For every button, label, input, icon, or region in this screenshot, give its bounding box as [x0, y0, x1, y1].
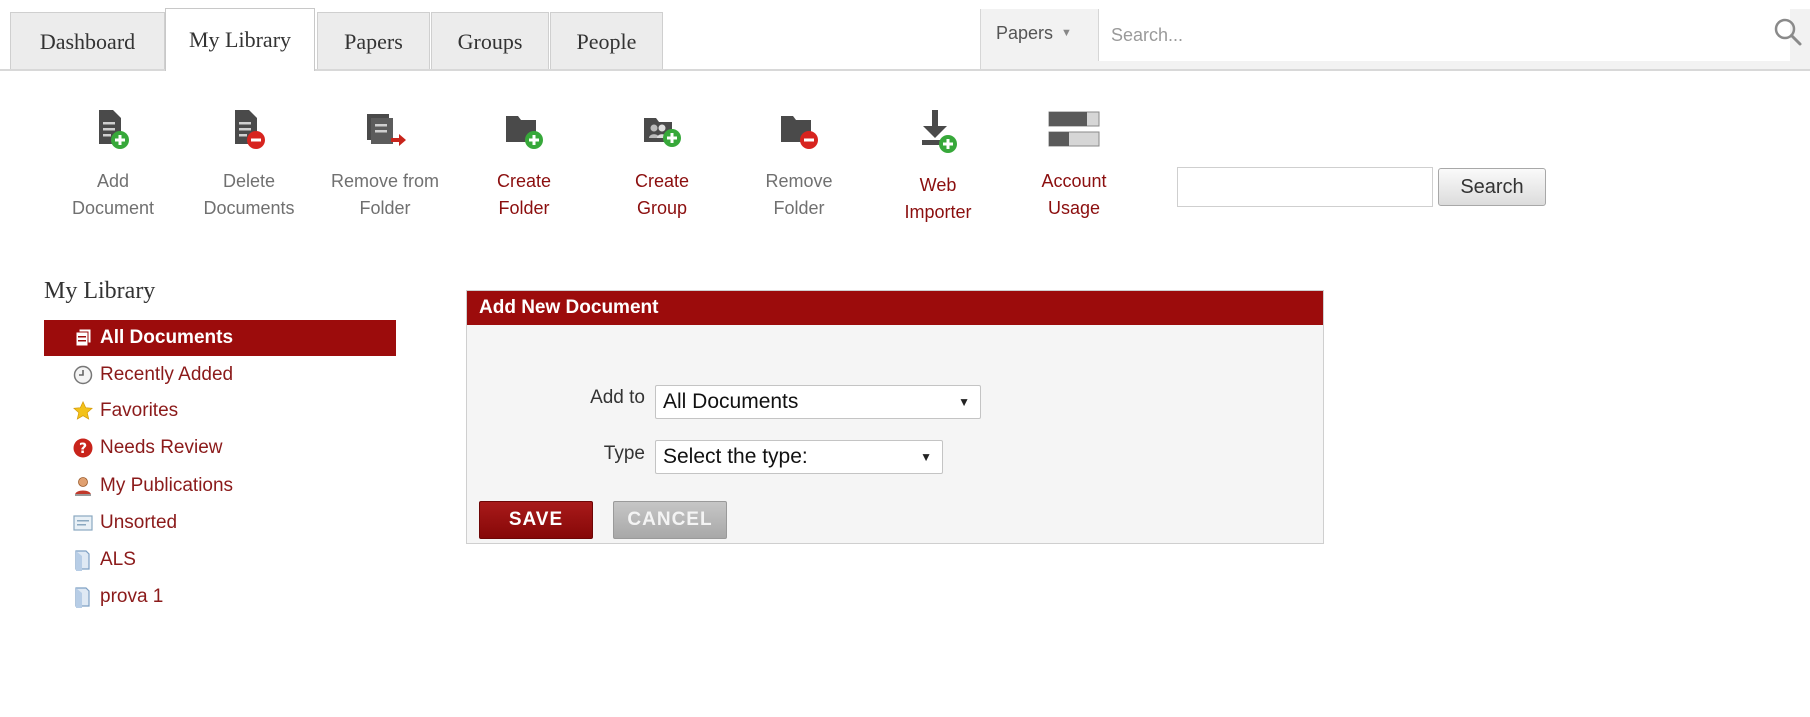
account-usage-icon: [1048, 111, 1100, 147]
type-label: Type: [603, 443, 645, 464]
remove-from-folder-button[interactable]: Remove from Folder: [320, 108, 450, 222]
remove-folder-icon: [781, 116, 818, 149]
web-importer-label: Web Importer: [904, 175, 972, 222]
create-folder-label: Create Folder: [496, 171, 552, 218]
documents-stack-icon: [72, 327, 94, 349]
sidebar-item-recently-added[interactable]: Recently Added: [44, 357, 396, 393]
type-select[interactable]: Select the type: ▼: [655, 440, 943, 474]
folder-icon: [72, 586, 94, 608]
search-scope-dropdown[interactable]: Papers ▼: [996, 18, 1072, 48]
type-value: Select the type:: [663, 445, 808, 468]
create-folder-button[interactable]: Create Folder: [459, 108, 589, 222]
sidebar-item-label: Favorites: [100, 400, 179, 421]
add-document-button[interactable]: Add Document: [48, 108, 178, 222]
sidebar-item-als[interactable]: ALS: [44, 542, 396, 578]
question-icon: ?: [72, 437, 94, 459]
sidebar-item-needs-review[interactable]: ? Needs Review: [44, 430, 396, 466]
web-importer-icon: [922, 110, 957, 153]
add-document-label: Add Document: [71, 171, 155, 218]
add-to-select[interactable]: All Documents ▼: [655, 385, 981, 419]
create-group-icon: [644, 118, 681, 147]
sidebar-item-label: My Publications: [100, 475, 234, 496]
search-icon[interactable]: [1770, 14, 1806, 50]
person-icon: [72, 475, 94, 497]
add-to-label: Add to: [590, 387, 645, 408]
delete-documents-icon: [235, 110, 265, 149]
chevron-down-icon: ▼: [920, 450, 932, 464]
global-search-input[interactable]: [1098, 9, 1790, 61]
sidebar-item-label: Recently Added: [100, 364, 234, 385]
sidebar-title: My Library: [44, 278, 156, 304]
top-navigation: Dashboard My Library Papers Groups Peopl…: [0, 0, 1810, 71]
sidebar-item-unsorted[interactable]: Unsorted: [44, 505, 396, 541]
inbox-icon: [72, 512, 94, 534]
search-scope-label: Papers: [996, 22, 1054, 43]
sidebar-item-label: ALS: [100, 549, 136, 570]
sidebar-item-label: All Documents: [100, 327, 234, 348]
remove-folder-button[interactable]: Remove Folder: [734, 108, 864, 222]
delete-documents-button[interactable]: Delete Documents: [184, 108, 314, 222]
add-document-panel: Add New Document Add to All Documents ▼ …: [466, 290, 1324, 544]
cancel-button[interactable]: CANCEL: [613, 501, 727, 539]
sidebar-item-label: Unsorted: [100, 512, 178, 533]
clock-icon: [72, 364, 94, 386]
remove-from-folder-label: Remove from Folder: [330, 171, 440, 218]
delete-documents-label: Delete Documents: [203, 171, 295, 218]
sidebar-item-favorites[interactable]: Favorites: [44, 393, 396, 429]
tab-my-library[interactable]: My Library: [165, 8, 315, 71]
tab-dashboard[interactable]: Dashboard: [10, 12, 165, 70]
library-search-button[interactable]: Search: [1438, 168, 1546, 206]
tab-groups[interactable]: Groups: [431, 12, 549, 70]
remove-from-folder-icon: [367, 114, 406, 146]
sidebar-item-label: prova 1: [100, 586, 164, 607]
account-usage-label: Account Usage: [1041, 171, 1107, 218]
remove-folder-label: Remove Folder: [765, 171, 833, 218]
panel-title: Add New Document: [467, 291, 1323, 325]
add-to-value: All Documents: [663, 390, 799, 413]
sidebar-item-all-documents[interactable]: All Documents: [44, 320, 396, 356]
create-group-button[interactable]: Create Group: [597, 108, 727, 222]
sidebar-item-my-publications[interactable]: My Publications: [44, 468, 396, 504]
web-importer-button[interactable]: Web Importer: [873, 108, 1003, 226]
chevron-down-icon: ▼: [958, 395, 970, 409]
star-icon: [72, 400, 94, 422]
svg-text:?: ?: [79, 441, 87, 457]
chevron-down-icon: ▼: [1061, 27, 1072, 39]
create-folder-icon: [506, 116, 543, 149]
tab-papers[interactable]: Papers: [317, 12, 430, 70]
account-usage-button[interactable]: Account Usage: [1009, 108, 1139, 222]
save-button[interactable]: SAVE: [479, 501, 593, 539]
add-document-icon: [99, 110, 129, 149]
sidebar-item-label: Needs Review: [100, 437, 223, 458]
sidebar-item-prova-1[interactable]: prova 1: [44, 579, 396, 615]
folder-icon: [72, 549, 94, 571]
library-search-input[interactable]: [1177, 167, 1433, 207]
create-group-label: Create Group: [634, 171, 690, 218]
tab-people[interactable]: People: [550, 12, 663, 70]
